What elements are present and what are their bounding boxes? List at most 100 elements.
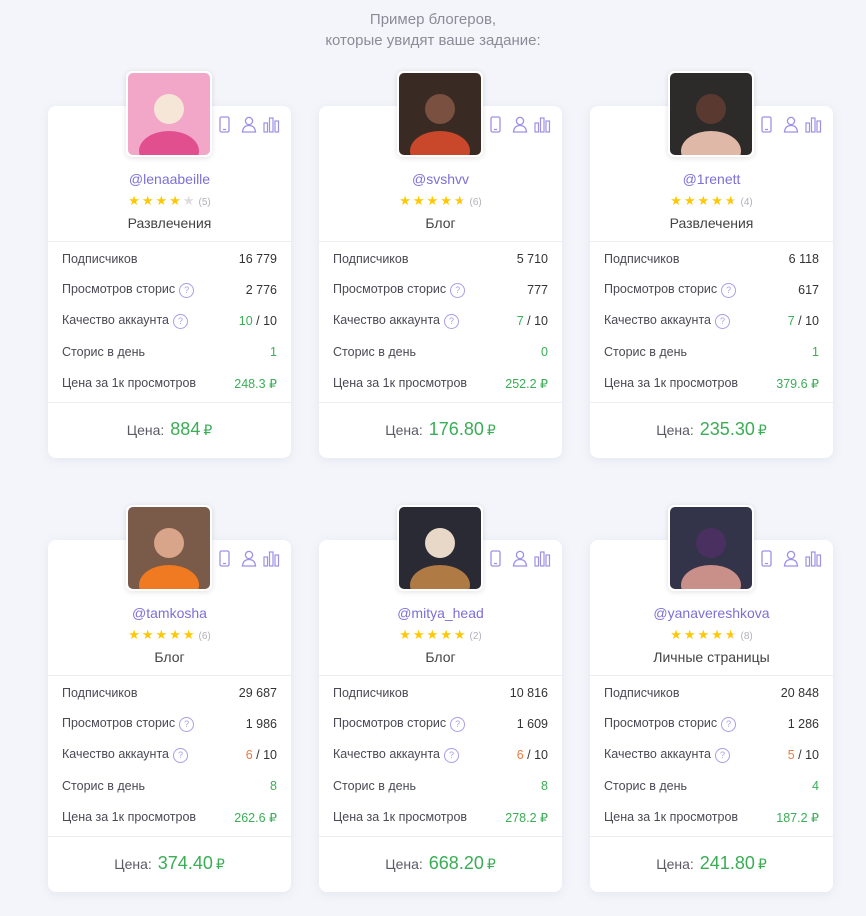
divider [48,241,291,242]
stat-label-text: Качество аккаунта [604,747,711,762]
phone-icon [761,550,777,568]
quality-score: 7 [787,314,795,328]
stat-label: Подписчиков [604,686,680,700]
stat-value: 8 [270,779,277,793]
star-full-icon: ★ [670,627,684,642]
stat-row-price-per-1k: Цена за 1к просмотров 252.2 ₽ [333,374,548,392]
star-half-icon: ★ [724,193,739,208]
quality-max: / 10 [523,314,548,328]
blogger-card[interactable]: @1renett ★★★★★ (4) Развлечения Подписчиков 6 … [590,71,833,458]
price-amount: 235.30 [699,419,755,439]
stat-label-text: Цена за 1к просмотров [333,810,468,824]
stat-value: 777 [527,283,548,297]
help-icon[interactable]: ? [173,747,188,763]
blogger-card[interactable]: @tamkosha ★★★★★ (6) Блог Подписчиков 29 687 Пр… [48,505,291,892]
price-amount: 668.20 [428,853,484,873]
help-icon[interactable]: ? [444,313,459,329]
blogger-handle[interactable]: @mitya_head [319,605,562,621]
stat-value: 10 / 10 [239,314,277,328]
blogger-handle[interactable]: @tamkosha [48,605,291,621]
stat-row-story-views: Просмотров сторис? 1 286 [604,715,819,733]
price-label: Цена: [656,856,694,872]
divider [48,675,291,676]
currency-sign: ₽ [486,422,496,438]
stat-label-text: Сторис в день [333,345,416,359]
avatar[interactable] [670,507,752,589]
avatar[interactable] [128,507,210,589]
social-icons [761,116,822,134]
stat-row-story-views: Просмотров сторис? 777 [333,281,548,299]
stat-value: 6 118 [788,252,819,266]
blogger-handle[interactable]: @lenaabeille [48,171,291,187]
avatar[interactable] [670,73,752,155]
stat-row-subscribers: Подписчиков 10 816 [333,684,548,702]
help-icon[interactable]: ? [450,282,466,298]
star-full-icon: ★ [155,627,170,642]
blogger-handle[interactable]: @1renett [590,171,833,187]
stat-value: 5 / 10 [788,748,819,762]
stat-value: 4 [812,779,819,793]
blogger-card[interactable]: @lenaabeille ★★★★★ (5) Развлечения Подписчик… [48,71,291,458]
stat-label: Подписчиков [333,686,409,700]
stat-row-stories-per-day: Сторис в день 1 [604,343,819,361]
stat-row-account-quality: Качество аккаунта? 6 / 10 [333,746,548,764]
avatar[interactable] [399,73,481,155]
stat-label-text: Качество аккаунта [333,313,440,328]
bar-chart-icon [534,550,551,568]
stat-value: 20 848 [780,686,819,700]
help-icon[interactable]: ? [173,313,188,329]
quality-score: 10 [238,314,253,328]
stat-row-price-per-1k: Цена за 1к просмотров 379.6 ₽ [604,374,819,392]
bar-chart-icon [263,116,280,134]
star-full-icon: ★ [141,627,156,642]
price-block: Цена: 241.80 ₽ [590,853,833,874]
social-icons [490,116,551,134]
stat-row-account-quality: Качество аккаунта? 6 / 10 [62,746,277,764]
quality-max: / 10 [523,748,548,762]
stat-label: Качество аккаунта? [333,747,459,763]
blogger-card[interactable]: @svshvv ★★★★★ (6) Блог Подписчиков 5 710 Просм… [319,71,562,458]
blogger-card[interactable]: @yanavereshkova ★★★★★ (8) Личные страницы По… [590,505,833,892]
help-icon[interactable]: ? [450,716,466,732]
stat-label: Цена за 1к просмотров [62,810,196,824]
stat-row-price-per-1k: Цена за 1к просмотров 248.3 ₽ [62,374,277,392]
currency-sign: ₽ [486,856,496,872]
stat-label-text: Сторис в день [62,779,145,793]
stat-row-story-views: Просмотров сторис? 617 [604,281,819,299]
blogger-handle[interactable]: @svshvv [319,171,562,187]
star-full-icon: ★ [711,627,725,642]
stat-label: Подписчиков [333,252,409,266]
help-icon[interactable]: ? [721,282,737,298]
stat-row-subscribers: Подписчиков 20 848 [604,684,819,702]
help-icon[interactable]: ? [715,313,730,329]
stat-label-text: Качество аккаунта [62,313,169,328]
help-icon[interactable]: ? [179,716,195,732]
blogger-card[interactable]: @mitya_head ★★★★★ (2) Блог Подписчиков 10 816… [319,505,562,892]
stat-label: Качество аккаунта? [62,747,188,763]
blogger-grid: @lenaabeille ★★★★★ (5) Развлечения Подписчик… [0,0,866,916]
avatar-frame [668,71,754,157]
stat-label-text: Подписчиков [62,252,138,266]
help-icon[interactable]: ? [444,747,459,763]
stat-row-account-quality: Качество аккаунта? 10 / 10 [62,312,277,330]
stat-row-stories-per-day: Сторис в день 0 [333,343,548,361]
stat-row-story-views: Просмотров сторис? 1 986 [62,715,277,733]
avatar[interactable] [399,507,481,589]
price-amount: 374.40 [157,853,213,873]
quality-max: / 10 [794,748,819,762]
avatar[interactable] [128,73,210,155]
stat-label: Сторис в день [604,345,687,359]
stat-label: Сторис в день [604,779,687,793]
stat-row-subscribers: Подписчиков 5 710 [333,250,548,268]
help-icon[interactable]: ? [179,282,195,298]
blogger-category: Блог [425,649,456,665]
help-icon[interactable]: ? [721,716,737,732]
blogger-handle[interactable]: @yanavereshkova [590,605,833,621]
stat-label: Цена за 1к просмотров [604,810,738,824]
stat-label-text: Подписчиков [62,686,138,700]
star-full-icon: ★ [412,627,427,642]
help-icon[interactable]: ? [715,747,730,763]
stat-label: Цена за 1к просмотров [333,810,467,824]
stat-label: Просмотров сторис? [62,716,195,732]
stat-label: Качество аккаунта? [604,747,730,763]
